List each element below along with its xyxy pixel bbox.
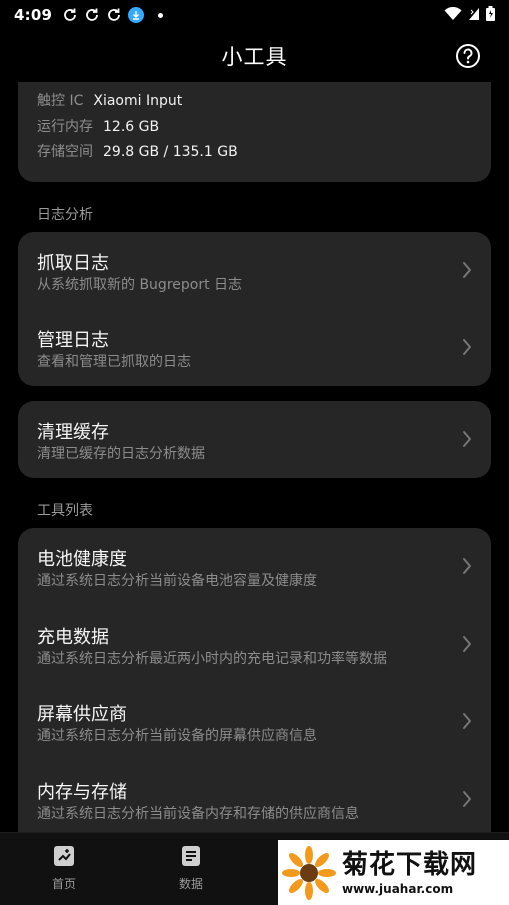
document-icon (182, 846, 200, 866)
list-item-capture-log[interactable]: 抓取日志 从系统抓取新的 Bugreport 日志 (18, 232, 491, 309)
item-subtitle: 查看和管理已抓取的日志 (37, 354, 191, 370)
content-scroll[interactable]: 触控 IC Xiaomi Input 运行内存 12.6 GB 存储空间 29.8 G… (0, 82, 509, 832)
watermark: 菊花下载网 www.juahar.com (278, 840, 509, 905)
watermark-text: 菊花下载网 www.juahar.com (342, 850, 477, 896)
info-label: 触控 IC (37, 93, 84, 109)
nav-label: 数据 (178, 877, 203, 891)
sync-icon (106, 7, 122, 23)
item-title: 抓取日志 (37, 253, 109, 274)
chevron-right-icon (463, 636, 471, 652)
tools-card: 电池健康度 通过系统日志分析当前设备电池容量及健康度 充电数据 通过系统日志分析… (18, 528, 491, 832)
item-subtitle: 通过系统日志分析最近两小时内的充电记录和功率等数据 (37, 651, 387, 667)
info-label: 存储空间 (37, 144, 93, 160)
info-row-ram: 运行内存 12.6 GB (37, 116, 159, 136)
chevron-right-icon (463, 713, 471, 729)
info-row-touch-ic: 触控 IC Xiaomi Input (37, 90, 182, 110)
status-icons-left (62, 7, 164, 23)
log-card: 抓取日志 从系统抓取新的 Bugreport 日志 管理日志 查看和管理已抓取的… (18, 232, 491, 386)
app-bar: 小工具 (0, 30, 509, 82)
section-title-tool-list: 工具列表 (37, 503, 93, 519)
chevron-right-icon (463, 262, 471, 278)
flower-logo-icon (282, 845, 336, 900)
list-item-battery-health[interactable]: 电池健康度 通过系统日志分析当前设备电池容量及健康度 (18, 528, 491, 605)
list-item-screen-vendor[interactable]: 屏幕供应商 通过系统日志分析当前设备的屏幕供应商信息 (18, 683, 491, 760)
item-title: 电池健康度 (37, 549, 127, 570)
chevron-right-icon (463, 339, 471, 355)
signal-icon (468, 6, 480, 25)
list-item-charging-data[interactable]: 充电数据 通过系统日志分析最近两小时内的充电记录和功率等数据 (18, 606, 491, 683)
home-icon (54, 846, 74, 866)
item-subtitle: 从系统抓取新的 Bugreport 日志 (37, 277, 243, 293)
status-icons-right (444, 5, 495, 25)
list-item-manage-log[interactable]: 管理日志 查看和管理已抓取的日志 (18, 309, 491, 386)
status-bar: 4:09 (0, 0, 509, 30)
info-value: 12.6 GB (103, 119, 160, 135)
chevron-right-icon (463, 431, 471, 447)
item-title: 充电数据 (37, 627, 109, 648)
info-label: 运行内存 (37, 119, 93, 135)
item-subtitle: 清理已缓存的日志分析数据 (37, 446, 205, 462)
item-title: 管理日志 (37, 330, 109, 351)
device-info-card: 触控 IC Xiaomi Input 运行内存 12.6 GB 存储空间 29.8 G… (18, 82, 491, 182)
item-subtitle: 通过系统日志分析当前设备内存和存储的供应商信息 (37, 806, 359, 822)
nav-label: 首页 (51, 877, 76, 891)
dot-icon (158, 12, 164, 18)
cache-card: 清理缓存 清理已缓存的日志分析数据 (18, 401, 491, 478)
sync-icon (84, 7, 100, 23)
info-row-storage: 存储空间 29.8 GB / 135.1 GB (37, 141, 238, 161)
info-value: Xiaomi Input (93, 93, 183, 109)
section-title-log-analysis: 日志分析 (37, 207, 93, 223)
item-title: 内存与存储 (37, 782, 127, 803)
download-icon (128, 7, 145, 23)
status-time: 4:09 (14, 6, 53, 24)
item-title: 清理缓存 (37, 422, 109, 443)
watermark-url: www.juahar.com (342, 881, 454, 896)
item-subtitle: 通过系统日志分析当前设备电池容量及健康度 (37, 573, 317, 589)
battery-icon (486, 5, 495, 25)
chevron-right-icon (463, 558, 471, 574)
page-title: 小工具 (221, 45, 288, 69)
info-value: 29.8 GB / 135.1 GB (103, 144, 238, 160)
nav-item-home[interactable]: 首页 (34, 845, 94, 892)
help-button[interactable] (455, 43, 481, 69)
item-title: 屏幕供应商 (37, 704, 127, 725)
sync-icon (62, 7, 78, 23)
item-subtitle: 通过系统日志分析当前设备的屏幕供应商信息 (37, 728, 317, 744)
watermark-title: 菊花下载网 (342, 849, 478, 880)
nav-item-data[interactable]: 数据 (161, 845, 221, 892)
list-item-clear-cache[interactable]: 清理缓存 清理已缓存的日志分析数据 (18, 401, 491, 478)
chevron-right-icon (463, 791, 471, 807)
wifi-icon (444, 6, 462, 25)
list-item-memory-storage[interactable]: 内存与存储 通过系统日志分析当前设备内存和存储的供应商信息 (18, 761, 491, 832)
question-circle-icon (456, 44, 480, 68)
